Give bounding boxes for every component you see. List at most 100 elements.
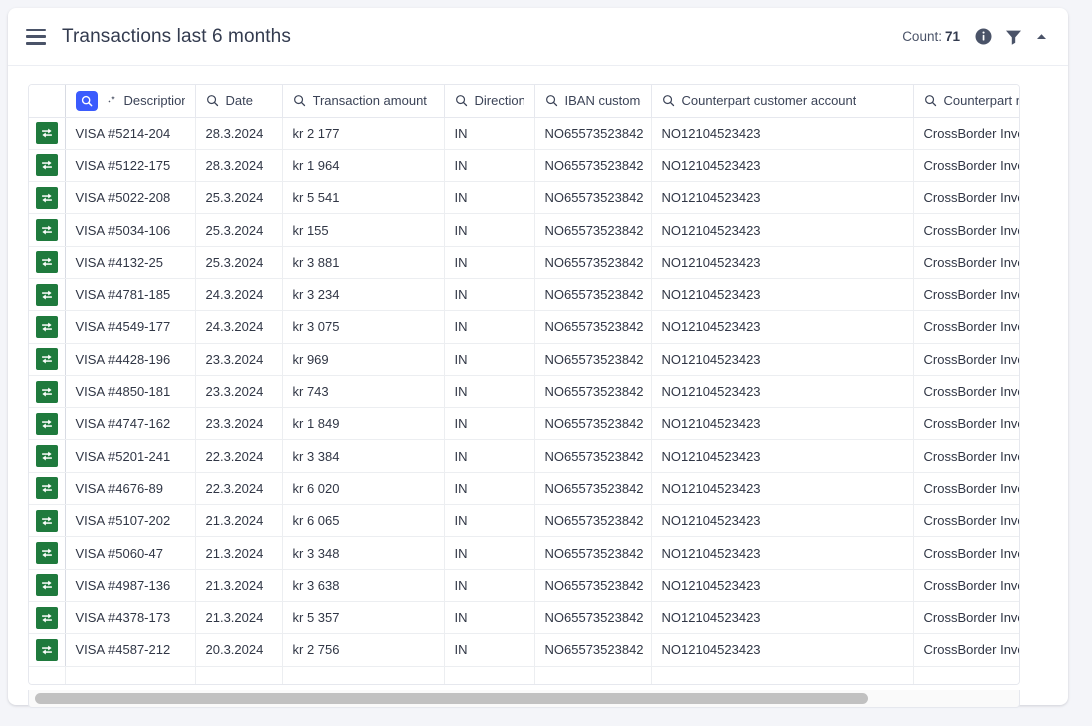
transaction-transfer-icon[interactable] bbox=[35, 477, 58, 500]
cell-date: 28.3.2024 bbox=[195, 117, 283, 150]
cell-description: VISA #5022-208 bbox=[65, 181, 196, 215]
table-row[interactable]: VISA #4132-25 25.3.2024 kr 3 881 IN NO655735… bbox=[29, 246, 1019, 279]
table-row[interactable]: VISA #4676-89 22.3.2024 kr 6 020 IN NO655735… bbox=[29, 472, 1019, 506]
cell-counterpart-name: CrossBorder Investments bbox=[913, 375, 1019, 409]
transaction-transfer-icon[interactable] bbox=[35, 574, 58, 597]
transaction-transfer-icon[interactable] bbox=[35, 251, 58, 274]
cell-iban: NO65573523842 bbox=[534, 439, 652, 473]
app-root: Transactions last 6 months Count: 71 Des… bbox=[0, 0, 1092, 726]
cell-date: 22.3.2024 bbox=[195, 439, 283, 473]
column-header-label: Transaction amount bbox=[312, 93, 427, 109]
cell-direction: IN bbox=[444, 117, 535, 150]
cell-amount: kr 3 234 bbox=[282, 278, 445, 312]
table-row[interactable]: VISA #5107-202 21.3.2024 kr 6 065 IN NO65573… bbox=[29, 504, 1019, 538]
hamburger-menu-icon[interactable] bbox=[26, 28, 46, 45]
transaction-transfer-icon[interactable] bbox=[35, 380, 58, 403]
cell-description: VISA #4587-212 bbox=[65, 633, 196, 667]
transaction-transfer-icon[interactable] bbox=[35, 315, 58, 338]
table-row[interactable]: VISA #4587-212 20.3.2024 kr 2 756 IN NO65573… bbox=[29, 633, 1019, 667]
column-header-date[interactable]: Date bbox=[195, 85, 283, 118]
transaction-transfer-icon[interactable] bbox=[35, 412, 58, 435]
transaction-transfer-icon[interactable] bbox=[35, 283, 58, 306]
table-row[interactable]: VISA #4850-181 23.3.2024 kr 743 IN NO6557352… bbox=[29, 375, 1019, 409]
table-row[interactable]: VISA #5034-106 25.3.2024 kr 155 IN NO6557352… bbox=[29, 213, 1019, 247]
column-header-counterpart-name[interactable]: Counterpart name bbox=[913, 85, 1019, 118]
transactions-card: Transactions last 6 months Count: 71 Des… bbox=[8, 8, 1068, 708]
cell-counterpart-name: CrossBorder Investments bbox=[913, 569, 1019, 602]
table-row[interactable]: VISA #5201-241 22.3.2024 kr 3 384 IN NO65573… bbox=[29, 439, 1019, 473]
horizontal-scrollbar-thumb[interactable] bbox=[35, 693, 868, 704]
cell-counterpart-name: CrossBorder Investments bbox=[913, 181, 1019, 215]
row-icon-cell bbox=[29, 407, 66, 441]
transaction-transfer-icon[interactable] bbox=[35, 186, 58, 209]
search-icon[interactable] bbox=[924, 94, 937, 107]
transaction-transfer-icon[interactable] bbox=[35, 219, 58, 242]
search-icon[interactable] bbox=[206, 94, 219, 107]
search-icon[interactable] bbox=[545, 94, 558, 107]
cell-direction: IN bbox=[444, 181, 535, 215]
cell-date: 28.3.2024 bbox=[195, 149, 283, 183]
table-row[interactable]: VISA #5060-47 21.3.2024 kr 3 348 IN NO655735… bbox=[29, 536, 1019, 570]
table-row[interactable]: VISA #4378-173 21.3.2024 kr 5 357 IN NO65573… bbox=[29, 601, 1019, 635]
transaction-transfer-icon[interactable] bbox=[35, 638, 58, 661]
cell-counterpart-account: NO12104523423 bbox=[651, 278, 914, 312]
cell-counterpart-account: NO12104523423 bbox=[651, 407, 914, 441]
cell-counterpart-name: CrossBorder Investments bbox=[913, 439, 1019, 473]
search-icon[interactable] bbox=[455, 94, 468, 107]
cell-counterpart-name: CrossBorder Investments bbox=[913, 633, 1019, 667]
table-row[interactable]: VISA #4549-177 24.3.2024 kr 3 075 IN NO65573… bbox=[29, 310, 1019, 344]
transaction-transfer-icon[interactable] bbox=[35, 606, 58, 629]
cell-counterpart-account: NO12104523423 bbox=[651, 472, 914, 506]
transaction-transfer-icon[interactable] bbox=[35, 348, 58, 371]
cell-iban: NO65573523842 bbox=[534, 278, 652, 312]
column-header-description[interactable]: Description bbox=[65, 85, 196, 118]
cell-counterpart-account: NO12104523423 bbox=[651, 213, 914, 247]
cell-iban: NO65573523842 bbox=[534, 472, 652, 506]
table-row[interactable]: VISA #5022-208 25.3.2024 kr 5 541 IN NO65573… bbox=[29, 181, 1019, 215]
cell-counterpart-name: CrossBorder Investments bbox=[913, 407, 1019, 441]
transaction-transfer-icon[interactable] bbox=[35, 542, 58, 564]
filler-cell bbox=[29, 666, 66, 684]
row-icon-cell bbox=[29, 213, 66, 247]
search-icon[interactable] bbox=[662, 94, 675, 107]
table-row[interactable]: VISA #4428-196 23.3.2024 kr 969 IN NO6557352… bbox=[29, 343, 1019, 376]
table-row[interactable]: VISA #4747-162 23.3.2024 kr 1 849 IN NO65573… bbox=[29, 407, 1019, 441]
table-row[interactable]: VISA #5214-204 28.3.2024 kr 2 177 IN NO65573… bbox=[29, 117, 1019, 150]
cell-counterpart-account: NO12104523423 bbox=[651, 343, 914, 376]
cell-date: 25.3.2024 bbox=[195, 213, 283, 247]
cell-description: VISA #5214-204 bbox=[65, 117, 196, 150]
transaction-transfer-icon[interactable] bbox=[35, 122, 58, 145]
column-header-counterpart-customer-account[interactable]: Counterpart customer account bbox=[651, 85, 914, 118]
filter-icon[interactable] bbox=[1005, 29, 1022, 45]
column-search-active-icon[interactable] bbox=[75, 90, 98, 111]
cell-amount: kr 3 348 bbox=[282, 536, 445, 570]
cell-date: 23.3.2024 bbox=[195, 375, 283, 409]
cell-description: VISA #4781-185 bbox=[65, 278, 196, 312]
table-header-row: Description Date Transaction amount Dire… bbox=[29, 85, 1019, 118]
row-icon-cell bbox=[29, 343, 66, 376]
table-row[interactable]: VISA #5122-175 28.3.2024 kr 1 964 IN NO65573… bbox=[29, 149, 1019, 183]
row-icon-cell bbox=[29, 569, 66, 602]
column-header-iban-customer[interactable]: IBAN customer bbox=[534, 85, 652, 118]
info-icon[interactable] bbox=[975, 28, 992, 45]
table-row[interactable]: VISA #4781-185 24.3.2024 kr 3 234 IN NO65573… bbox=[29, 278, 1019, 312]
transaction-transfer-icon[interactable] bbox=[35, 509, 58, 532]
row-icon-cell bbox=[29, 601, 66, 635]
transaction-transfer-icon[interactable] bbox=[35, 445, 58, 468]
transactions-table-viewport[interactable]: Description Date Transaction amount Dire… bbox=[28, 84, 1020, 685]
column-header-direction[interactable]: Direction bbox=[444, 85, 535, 118]
column-header-transaction-amount[interactable]: Transaction amount bbox=[282, 85, 445, 118]
cell-date: 21.3.2024 bbox=[195, 569, 283, 602]
cell-description: VISA #5060-47 bbox=[65, 536, 196, 570]
cell-counterpart-account: NO12104523423 bbox=[651, 310, 914, 344]
search-icon[interactable] bbox=[293, 94, 306, 107]
transaction-transfer-icon[interactable] bbox=[35, 154, 58, 177]
cell-description: VISA #4987-136 bbox=[65, 569, 196, 602]
ai-sparkle-icon bbox=[105, 95, 117, 107]
chevron-up-icon[interactable] bbox=[1035, 32, 1048, 41]
horizontal-scrollbar[interactable] bbox=[28, 690, 1020, 708]
row-icon-cell bbox=[29, 536, 66, 570]
cell-amount: kr 2 177 bbox=[282, 117, 445, 150]
row-icon-cell bbox=[29, 472, 66, 506]
table-row[interactable]: VISA #4987-136 21.3.2024 kr 3 638 IN NO65573… bbox=[29, 569, 1019, 602]
